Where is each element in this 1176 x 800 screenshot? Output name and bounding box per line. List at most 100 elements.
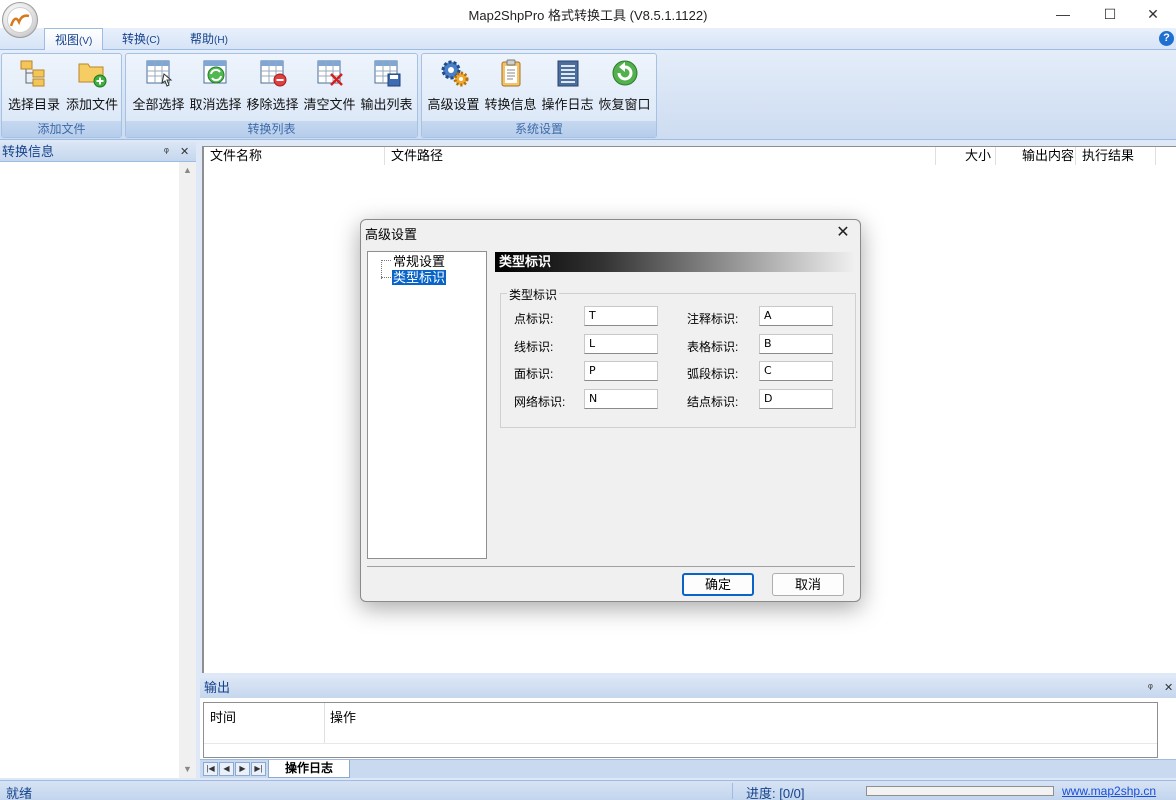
panel-header: 转换信息 ᵠ ✕ xyxy=(0,142,196,162)
section-header: 类型标识 xyxy=(495,252,855,272)
close-panel-icon[interactable]: ✕ xyxy=(180,142,189,162)
progress-bar xyxy=(866,786,1054,796)
ribbon-group-add-files: 选择目录 添加文件 添加文件 xyxy=(1,53,122,138)
clear-files-button[interactable]: 清空文件 xyxy=(301,58,358,114)
column-header-file-path[interactable]: 文件路径 xyxy=(385,147,936,165)
ribbon-group-system-settings: 高级设置 转换信息 操作日志 恢复窗口 系统设置 xyxy=(421,53,657,138)
tab-label: 转换 xyxy=(122,32,147,46)
line-id-input[interactable]: L xyxy=(584,334,658,354)
log-list-icon xyxy=(553,58,583,88)
restore-window-button[interactable]: 恢复窗口 xyxy=(596,58,653,114)
restore-icon xyxy=(610,58,640,88)
tab-help[interactable]: 帮助(H) xyxy=(180,28,238,50)
table-refresh-icon xyxy=(201,58,231,88)
row-divider xyxy=(204,743,1157,744)
panel-title: 输出 xyxy=(204,680,231,695)
tab-shortcut: (C) xyxy=(146,35,160,46)
table-select-all-icon xyxy=(144,58,174,88)
next-page-button[interactable]: ▶ xyxy=(235,762,250,776)
dialog-title: 高级设置 xyxy=(365,227,418,242)
remove-selection-button[interactable]: 移除选择 xyxy=(244,58,301,114)
button-label: 全部选择 xyxy=(132,97,185,112)
point-id-label: 点标识: xyxy=(514,312,554,326)
tab-operation-log[interactable]: 操作日志 xyxy=(268,760,351,778)
output-panel: 输出 ᵠ ✕ 时间 操作 |◀ ◀ ▶ ▶| 操作日志 xyxy=(200,678,1176,778)
button-label: 取消选择 xyxy=(189,97,242,112)
folder-add-icon xyxy=(77,58,107,88)
first-page-button[interactable]: |◀ xyxy=(203,762,218,776)
advanced-settings-dialog: 高级设置 ✕ 常规设置 类型标识 类型标识 类型标识 点标识: T 线标识: L… xyxy=(360,219,861,602)
annotation-id-label: 注释标识: xyxy=(687,312,739,326)
column-header-size[interactable]: 大小 xyxy=(936,147,996,165)
close-panel-icon[interactable]: ✕ xyxy=(1164,678,1173,698)
table-id-input[interactable]: B xyxy=(759,334,833,354)
vertical-scrollbar[interactable]: ▲ ▼ xyxy=(179,162,196,778)
column-header-result[interactable]: 执行结果 xyxy=(1076,147,1156,165)
scroll-down-icon[interactable]: ▼ xyxy=(179,761,196,778)
ribbon-tab-bar: 视图(V) 转换(C) 帮助(H) xyxy=(0,28,1176,51)
window-title: Map2ShpPro 格式转换工具 (V8.5.1.1122) xyxy=(468,8,708,23)
button-label: 选择目录 xyxy=(7,97,60,112)
add-file-button[interactable]: 添加文件 xyxy=(63,58,121,114)
tree-connector xyxy=(381,277,391,278)
column-header-file-name[interactable]: 文件名称 xyxy=(204,147,385,165)
tab-view[interactable]: 视图(V) xyxy=(44,28,104,51)
maximize-button[interactable]: ☐ xyxy=(1087,0,1133,28)
dialog-close-button[interactable]: ✕ xyxy=(832,222,854,244)
point-id-input[interactable]: T xyxy=(584,306,658,326)
button-label: 高级设置 xyxy=(427,97,480,112)
deselect-button[interactable]: 取消选择 xyxy=(187,58,244,114)
arc-id-input[interactable]: C xyxy=(759,361,833,381)
status-separator xyxy=(732,783,733,799)
node-id-label: 结点标识: xyxy=(687,395,739,409)
pin-icon[interactable]: ᵠ xyxy=(164,142,169,162)
conversion-info-panel: 转换信息 ᵠ ✕ ▲ ▼ xyxy=(0,142,196,778)
column-header-time[interactable]: 时间 xyxy=(210,707,236,726)
ribbon-group-convert-list: 全部选择 取消选择 移除选择 清空文件 输出列表 转换列表 xyxy=(125,53,418,138)
tree-connector xyxy=(381,260,391,261)
select-directory-button[interactable]: 选择目录 xyxy=(5,58,63,114)
group-label: 添加文件 xyxy=(2,121,121,137)
annotation-id-input[interactable]: A xyxy=(759,306,833,326)
ribbon: 选择目录 添加文件 添加文件 全部选择 取消选择 移除选择 清空文件 输出列表 … xyxy=(0,50,1176,140)
pin-icon[interactable]: ᵠ xyxy=(1148,678,1153,698)
table-id-label: 表格标识: xyxy=(687,340,739,354)
select-all-button[interactable]: 全部选择 xyxy=(130,58,187,114)
log-table: 时间 操作 xyxy=(203,702,1158,758)
close-window-button[interactable]: ✕ xyxy=(1130,0,1176,28)
advanced-settings-button[interactable]: 高级设置 xyxy=(425,58,482,114)
column-divider xyxy=(324,703,325,743)
operation-log-button[interactable]: 操作日志 xyxy=(539,58,596,114)
tree-item-general[interactable]: 常规设置 xyxy=(392,254,446,269)
settings-tree: 常规设置 类型标识 xyxy=(367,251,487,559)
scroll-up-icon[interactable]: ▲ xyxy=(179,162,196,179)
minimize-button[interactable]: — xyxy=(1040,0,1086,28)
network-id-input[interactable]: N xyxy=(584,389,658,409)
polygon-id-input[interactable]: P xyxy=(584,361,658,381)
group-label: 转换列表 xyxy=(126,121,417,137)
progress-text: 进度: [0/0] xyxy=(746,786,805,800)
column-header-output-content[interactable]: 输出内容 xyxy=(1016,147,1076,165)
tab-convert[interactable]: 转换(C) xyxy=(112,28,170,50)
conversion-info-button[interactable]: 转换信息 xyxy=(482,58,539,114)
title-bar: Map2ShpPro 格式转换工具 (V8.5.1.1122) — ☐ ✕ xyxy=(0,0,1176,28)
prev-page-button[interactable]: ◀ xyxy=(219,762,234,776)
last-page-button[interactable]: ▶| xyxy=(251,762,266,776)
tree-item-type-id[interactable]: 类型标识 xyxy=(392,270,447,285)
polygon-id-label: 面标识: xyxy=(514,367,554,381)
panel-header: 输出 ᵠ ✕ xyxy=(200,678,1176,698)
app-logo-icon[interactable] xyxy=(2,2,38,38)
export-list-button[interactable]: 输出列表 xyxy=(358,58,415,114)
help-icon[interactable]: ? xyxy=(1159,31,1174,46)
line-id-label: 线标识: xyxy=(514,340,554,354)
column-header-operation[interactable]: 操作 xyxy=(330,707,356,726)
node-id-input[interactable]: D xyxy=(759,389,833,409)
ok-button[interactable]: 确定 xyxy=(682,573,754,596)
tab-shortcut: (V) xyxy=(79,36,93,47)
website-link[interactable]: www.map2shp.cn xyxy=(1062,784,1156,798)
status-bar: 就绪 进度: [0/0] www.map2shp.cn xyxy=(0,780,1176,800)
button-label: 清空文件 xyxy=(303,97,356,112)
button-label: 转换信息 xyxy=(484,97,537,112)
folder-tree-icon xyxy=(19,58,49,88)
cancel-button[interactable]: 取消 xyxy=(772,573,844,596)
